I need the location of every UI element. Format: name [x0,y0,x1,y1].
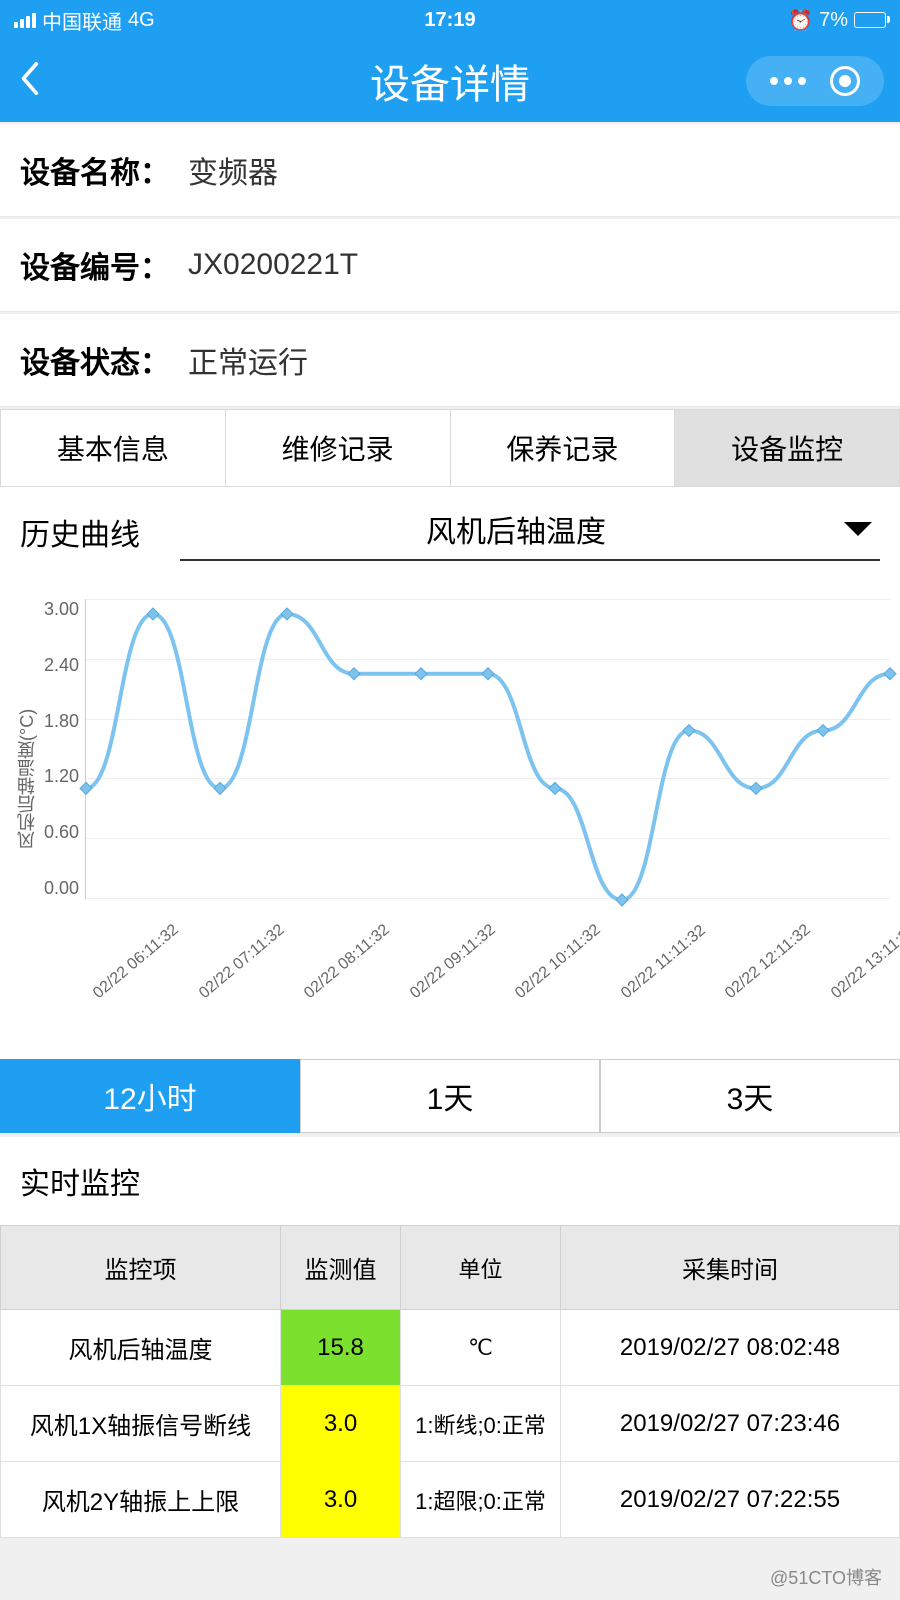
battery-pct: 7% [819,9,848,32]
table-row: 风机1X轴振信号断线3.01:断线;0:正常2019/02/27 07:23:4… [1,1386,900,1462]
cell-value: 15.8 [281,1310,401,1386]
realtime-title: 实时监控 [0,1137,900,1225]
device-code-value: JX0200221T [188,248,358,282]
page-header: 设备详情 [0,40,900,122]
cell-value: 3.0 [281,1386,401,1462]
y-tick: 1.80 [44,711,79,732]
plot-area[interactable] [85,599,890,899]
col-time: 采集时间 [561,1226,900,1310]
device-name-value: 变频器 [188,148,278,192]
cell-unit: 1:超限;0:正常 [401,1462,561,1538]
info-row-name: 设备名称： 变频器 [0,124,900,217]
header-actions [746,56,884,106]
tabs: 基本信息 维修记录 保养记录 设备监控 [0,409,900,487]
device-code-label: 设备编号： [20,243,170,287]
col-value: 监测值 [281,1226,401,1310]
chart-container: 风机后轴温度(°C) 3.00 2.40 1.80 1.20 0.60 0.00… [0,569,900,1059]
y-tick: 0.60 [44,822,79,843]
history-label: 历史曲线 [20,510,140,554]
cell-time: 2019/02/27 08:02:48 [561,1310,900,1386]
y-tick: 2.40 [44,655,79,676]
tab-repair-log[interactable]: 维修记录 [225,409,450,487]
y-ticks: 3.00 2.40 1.80 1.20 0.60 0.00 [44,599,85,899]
y-axis-label: 风机后轴温度(°C) [10,589,44,969]
battery-icon [854,12,886,28]
table-row: 风机2Y轴振上上限3.01:超限;0:正常2019/02/27 07:22:55 [1,1462,900,1538]
line-chart [86,599,890,898]
realtime-table: 监控项 监测值 单位 采集时间 风机后轴温度15.8℃2019/02/27 08… [0,1225,900,1538]
status-bar: 中国联通 4G 17:19 ⏰ 7% [0,0,900,40]
info-row-code: 设备编号： JX0200221T [0,219,900,312]
status-time: 17:19 [424,9,475,32]
cell-item: 风机2Y轴振上上限 [1,1462,281,1538]
y-tick: 1.20 [44,766,79,787]
signal-icon [14,13,36,28]
history-header: 历史曲线 风机后轴温度 [0,487,900,569]
dropdown-value: 风机后轴温度 [188,507,844,551]
cell-item: 风机后轴温度 [1,1310,281,1386]
tab-basic-info[interactable]: 基本信息 [0,409,225,487]
y-tick: 0.00 [44,878,79,899]
status-right: ⏰ 7% [788,8,886,33]
device-status-value: 正常运行 [188,338,308,382]
time-range: 12小时 1天 3天 [0,1059,900,1133]
col-item: 监控项 [1,1226,281,1310]
time-range-12h[interactable]: 12小时 [0,1059,300,1133]
network-label: 4G [128,9,155,32]
table-header-row: 监控项 监测值 单位 采集时间 [1,1226,900,1310]
tab-device-monitor[interactable]: 设备监控 [674,409,900,487]
watermark: @51CTO博客 [770,1564,882,1590]
device-name-label: 设备名称： [20,148,170,192]
col-unit: 单位 [401,1226,561,1310]
metric-dropdown[interactable]: 风机后轴温度 [180,503,880,561]
status-left: 中国联通 4G [14,6,155,35]
back-button[interactable] [18,60,40,103]
chevron-down-icon [844,522,872,536]
time-range-1d[interactable]: 1天 [300,1059,600,1133]
cell-time: 2019/02/27 07:23:46 [561,1386,900,1462]
time-range-3d[interactable]: 3天 [600,1059,900,1133]
cell-unit: ℃ [401,1310,561,1386]
chevron-left-icon [18,60,40,98]
cell-item: 风机1X轴振信号断线 [1,1386,281,1462]
device-status-label: 设备状态： [20,338,170,382]
x-ticks: 02/22 06:11:3202/22 07:11:3202/22 08:11:… [10,969,890,1049]
table-row: 风机后轴温度15.8℃2019/02/27 08:02:48 [1,1310,900,1386]
target-button[interactable] [830,66,860,96]
cell-unit: 1:断线;0:正常 [401,1386,561,1462]
cell-time: 2019/02/27 07:22:55 [561,1462,900,1538]
cell-value: 3.0 [281,1462,401,1538]
info-row-status: 设备状态： 正常运行 [0,314,900,407]
alarm-icon: ⏰ [788,8,813,33]
page-title: 设备详情 [370,52,530,110]
y-tick: 3.00 [44,599,79,620]
more-button[interactable] [770,77,806,85]
tab-maintenance-log[interactable]: 保养记录 [450,409,675,487]
carrier-label: 中国联通 [42,6,122,35]
